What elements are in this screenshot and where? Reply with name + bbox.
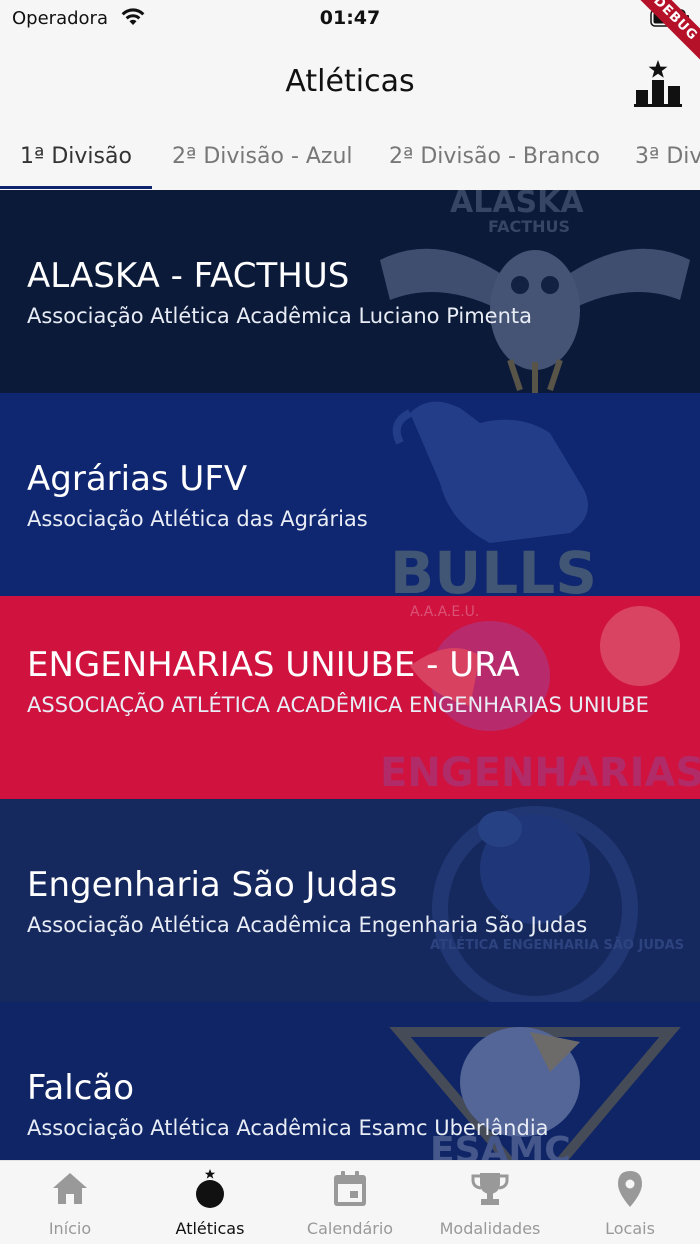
team-card-agrarias[interactable]: BULLS Agrárias UFV Associação Atlética d… bbox=[0, 393, 700, 596]
team-card-alaska[interactable]: ALASKA FACTHUS ALASKA - FACTHUS Associaç… bbox=[0, 190, 700, 393]
home-icon bbox=[53, 1173, 87, 1204]
calendar-icon bbox=[334, 1171, 366, 1206]
app-screen: { "status_bar": { "carrier": "Operadora"… bbox=[0, 0, 700, 1244]
nav-item-modalidades[interactable]: Modalidades bbox=[420, 1161, 560, 1244]
nav-label: Modalidades bbox=[439, 1219, 541, 1238]
svg-text:FACTHUS: FACTHUS bbox=[488, 217, 570, 236]
team-name: Falcão bbox=[27, 1068, 135, 1108]
team-description: Associação Atlética Acadêmica Esamc Uber… bbox=[27, 1116, 549, 1140]
svg-text:BULLS: BULLS bbox=[390, 539, 597, 596]
svg-text:ENGENHARIAS: ENGENHARIAS bbox=[380, 750, 700, 796]
bottom-navigation: Início Atléticas Calendário Modalidades … bbox=[0, 1160, 700, 1244]
active-tab-indicator bbox=[0, 186, 152, 189]
svg-text:ALASKA: ALASKA bbox=[450, 190, 584, 220]
team-card-falcao[interactable]: ESAMC Falcão Associação Atlética Acadêmi… bbox=[0, 1002, 700, 1160]
nav-item-calendario[interactable]: Calendário bbox=[280, 1161, 420, 1244]
team-name: ENGENHARIAS UNIUBE - URA bbox=[27, 645, 520, 685]
svg-text:A.A.A.E.U.: A.A.A.E.U. bbox=[410, 604, 479, 620]
trophy-icon bbox=[471, 1173, 509, 1205]
team-list: ALASKA FACTHUS ALASKA - FACTHUS Associaç… bbox=[0, 190, 700, 1160]
nav-item-locais[interactable]: Locais bbox=[560, 1161, 700, 1244]
atleticas-icon bbox=[196, 1169, 224, 1208]
ranking-podium-icon[interactable] bbox=[632, 58, 684, 108]
team-description: ASSOCIAÇÃO ATLÉTICA ACADÊMICA ENGENHARIA… bbox=[27, 693, 649, 717]
team-name: Engenharia São Judas bbox=[27, 865, 398, 905]
tab-1a-divisao[interactable]: 1ª Divisão bbox=[20, 144, 132, 169]
team-name: Agrárias UFV bbox=[27, 459, 248, 499]
status-bar: Operadora 01:47 bbox=[0, 0, 700, 36]
app-bar: Atléticas bbox=[0, 36, 700, 128]
team-description: Associação Atlética das Agrárias bbox=[27, 507, 368, 531]
nav-item-atleticas[interactable]: Atléticas bbox=[140, 1161, 280, 1244]
tab-3a-divisao[interactable]: 3ª Divisão bbox=[635, 144, 700, 169]
nav-label: Atléticas bbox=[175, 1219, 245, 1238]
tab-2a-divisao-azul[interactable]: 2ª Divisão - Azul bbox=[172, 144, 353, 169]
nav-label: Locais bbox=[605, 1219, 655, 1238]
team-card-engenharia-sao-judas[interactable]: ATLÉTICA ENGENHARIA SÃO JUDAS Engenharia… bbox=[0, 799, 700, 1002]
nav-item-inicio[interactable]: Início bbox=[0, 1161, 140, 1244]
team-card-engenharias-uniube[interactable]: A.A.A.E.U. ENGENHARIAS ENGENHARIAS UNIUB… bbox=[0, 596, 700, 799]
team-name: ALASKA - FACTHUS bbox=[27, 256, 350, 296]
tab-2a-divisao-branco[interactable]: 2ª Divisão - Branco bbox=[389, 144, 600, 169]
team-description: Associação Atlética Acadêmica Luciano Pi… bbox=[27, 304, 533, 328]
team-description: Associação Atlética Acadêmica Engenharia… bbox=[27, 913, 588, 937]
division-tabs: 1ª Divisão 2ª Divisão - Azul 2ª Divisão … bbox=[0, 128, 700, 190]
nav-label: Início bbox=[48, 1219, 92, 1238]
clock: 01:47 bbox=[319, 7, 381, 29]
location-pin-icon bbox=[618, 1171, 642, 1207]
nav-label: Calendário bbox=[306, 1219, 394, 1238]
page-title: Atléticas bbox=[285, 64, 415, 99]
